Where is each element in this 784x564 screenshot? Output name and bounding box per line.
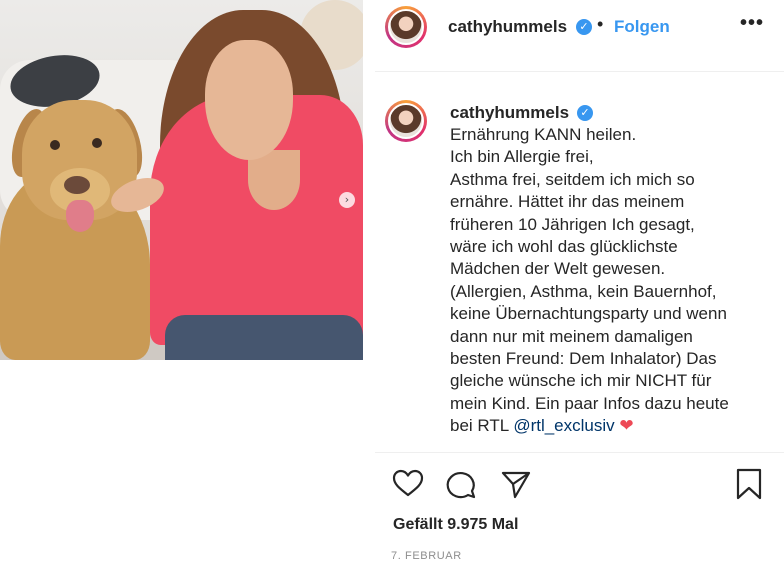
header-username[interactable]: cathyhummels [448, 17, 567, 37]
dog-eye [92, 138, 102, 148]
carousel-next-button[interactable]: › [339, 192, 355, 208]
caption-line-prefix: bei RTL [450, 416, 514, 436]
woman-face [205, 40, 293, 160]
caption-line: dann nur mit meinem damaligen [450, 326, 693, 346]
share-icon [501, 471, 531, 499]
verified-badge-icon: ✓ [577, 105, 593, 121]
caption-line: ernähre. Hättet ihr das meinem [450, 192, 685, 212]
post-photo[interactable]: › [0, 0, 363, 360]
dog-nose [64, 176, 90, 194]
separator-dot: • [597, 14, 604, 34]
more-options-icon[interactable]: ••• [740, 12, 764, 35]
follow-button[interactable]: Folgen [614, 17, 670, 37]
caption-line: Ernährung KANN heilen. [450, 125, 637, 144]
caption-line: Ich bin Allergie frei, [450, 147, 594, 167]
mention-link[interactable]: @rtl_exclusiv [513, 416, 614, 435]
caption-text: Ernährung KANN heilen. Ich bin Allergie … [450, 124, 780, 438]
dog-tongue [66, 200, 94, 232]
post-date[interactable]: 7. FEBRUAR [391, 550, 462, 562]
save-button[interactable] [732, 467, 766, 501]
red-heart-emoji: ❤ [619, 416, 634, 437]
caption-line: Mädchen der Welt gewesen. [450, 259, 666, 279]
like-button[interactable] [391, 467, 425, 501]
profile-avatar[interactable] [385, 6, 427, 48]
caption-last-line: bei RTL @rtl_exclusiv ❤ [450, 415, 780, 437]
verified-badge-icon: ✓ [576, 19, 592, 35]
caption-username[interactable]: cathyhummels [450, 103, 569, 123]
caption-line: wäre ich wohl das glücklichste [450, 237, 678, 257]
caption-line: besten Freund: Dem Inhalator) Das [450, 349, 717, 369]
comment-button[interactable] [445, 467, 479, 501]
likes-count[interactable]: Gefällt 9.975 Mal [393, 516, 518, 534]
actions-divider [375, 452, 784, 453]
caption-avatar[interactable] [385, 100, 427, 142]
header-divider [375, 71, 784, 72]
caption-line: keine Übernachtungsparty und wenn [450, 304, 727, 324]
caption-line: gleiche wünsche ich mir NICHT für [450, 371, 712, 391]
bookmark-icon [736, 468, 762, 500]
jeans [165, 315, 363, 360]
comment-icon [446, 472, 476, 499]
dog-eye [50, 140, 60, 150]
caption-line: (Allergien, Asthma, kein Bauernhof, [450, 281, 717, 301]
post-panel: cathyhummels ✓ • Folgen ••• cathyhummels… [375, 0, 784, 564]
caption-line: mein Kind. Ein paar Infos dazu heute [450, 393, 729, 413]
avatar-image [388, 9, 424, 45]
caption-line: früheren 10 Jährigen Ich gesagt, [450, 214, 695, 234]
heart-icon [392, 469, 424, 497]
caption-line: Asthma frei, seitdem ich mich so [450, 169, 695, 189]
share-button[interactable] [499, 467, 533, 501]
avatar-image [388, 103, 424, 139]
